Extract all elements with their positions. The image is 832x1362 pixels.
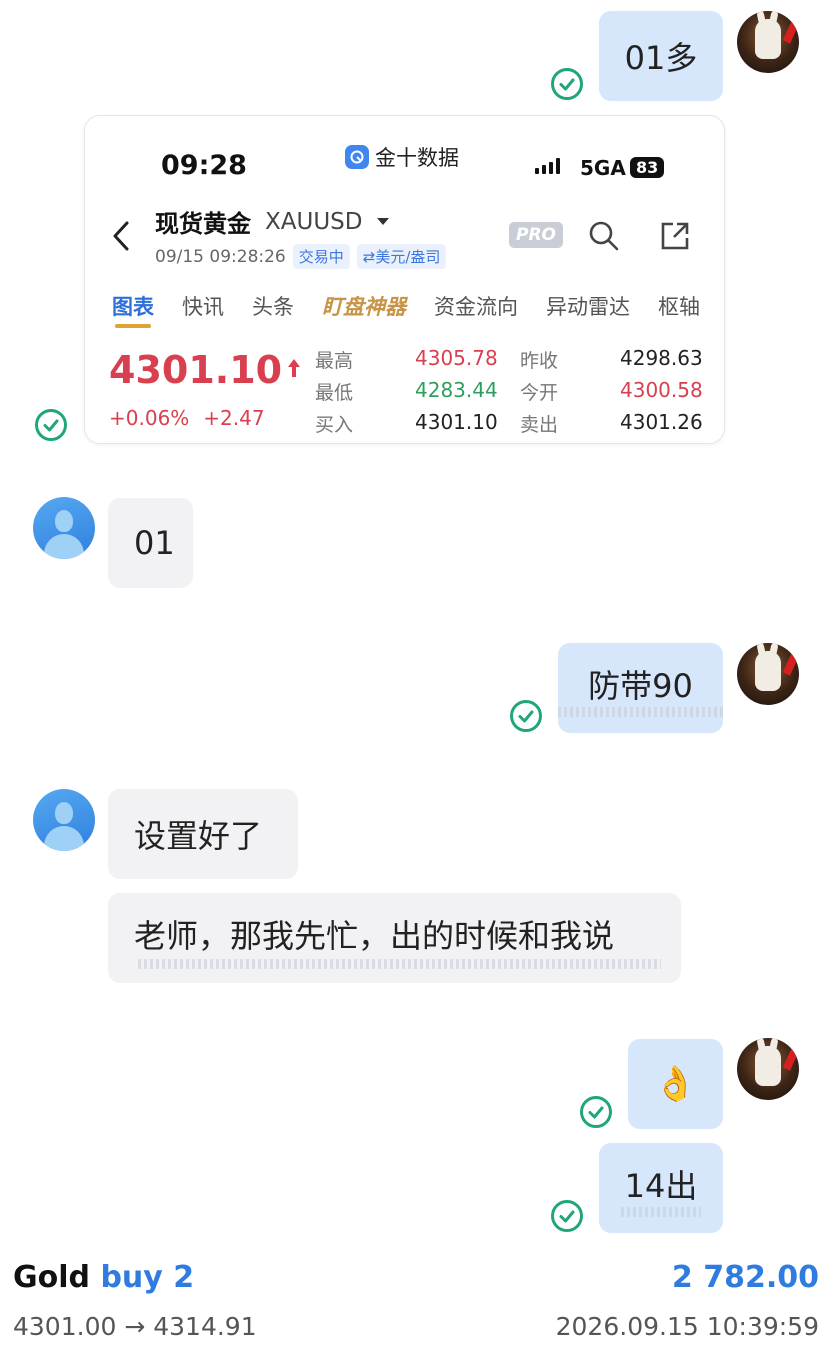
read-check-icon [580,1096,612,1128]
message-bubble-incoming[interactable]: 设置好了 [108,789,298,879]
trade-asset: Gold [13,1260,90,1295]
quote-datetime: 09/15 09:28:26 [155,246,286,267]
trade-price-range: 4301.00 → 4314.91 [13,1312,257,1341]
avatar-me[interactable] [737,643,799,705]
avatar-me[interactable] [737,11,799,73]
instrument-code[interactable]: XAUUSD [265,209,362,235]
trade-title: Gold buy 2 [13,1260,194,1295]
tab-watch-tool[interactable]: 盯盘神器 [322,291,406,321]
last-price: 4301.10 [109,348,283,392]
message-text: 设置好了 [134,817,263,855]
status-time: 09:28 [161,150,247,181]
instrument-name: 现货黄金 [155,210,251,238]
message-bubble-incoming[interactable]: 老师，那我先忙，出的时候和我说 [108,893,681,983]
app-name: 金十数据 [375,146,459,170]
quote-row: 买入 4301.10 卖出 4301.26 [315,410,703,436]
trading-status-tag: 交易中 [292,244,350,269]
tab-headlines[interactable]: 头条 [252,291,294,321]
quote-row: 最高 4305.78 昨收 4298.63 [315,346,703,372]
app-logo-icon [345,145,369,169]
back-icon[interactable] [111,220,131,256]
read-check-icon [510,700,542,732]
tab-chart[interactable]: 图表 [112,291,154,321]
network-type: 5GA [580,156,626,180]
message-text: 老师，那我先忙，出的时候和我说 [134,917,615,955]
tab-flash-news[interactable]: 快讯 [182,291,224,321]
message-bubble-outgoing[interactable]: 01多 [599,11,723,101]
message-bubble-outgoing[interactable]: 14出 [599,1143,723,1233]
battery-icon: 83 [630,157,665,178]
message-bubble-incoming[interactable]: 01 [108,498,193,588]
trade-amount: 2 782.00 [671,1260,819,1295]
avatar-me[interactable] [737,1038,799,1100]
message-text: 01 [134,524,175,562]
message-text: 14出 [624,1167,698,1205]
message-text: 01多 [624,39,698,77]
message-text: 防带90 [588,667,693,705]
tab-anomaly-radar[interactable]: 异动雷达 [546,291,630,321]
tab-pivot[interactable]: 枢轴 [658,291,700,321]
quote-row: 最低 4283.44 今开 4300.58 [315,378,703,404]
quote-screenshot-card[interactable]: 09:28 金十数据 5GA 83 现货黄金 XAUUSD 09/15 09:2… [84,115,725,444]
trade-action: buy 2 [100,1260,195,1295]
tab-capital-flow[interactable]: 资金流向 [434,291,518,321]
read-check-icon [551,68,583,100]
unit-tag[interactable]: ⇄美元/盎司 [356,244,447,269]
share-icon[interactable] [659,220,691,256]
change-absolute: +2.47 [203,406,265,430]
trade-timestamp: 2026.09.15 10:39:59 [555,1312,819,1341]
message-bubble-outgoing[interactable]: 防带90 [558,643,723,733]
signal-icon [535,158,560,174]
dropdown-icon[interactable] [376,212,390,231]
active-tab-indicator [115,324,151,328]
ok-hand-emoji: 👌 [654,1064,697,1104]
app-title: 金十数据 [345,142,459,172]
change-percent: +0.06% [109,406,190,430]
read-check-icon [35,409,67,441]
read-check-icon [551,1200,583,1232]
avatar-contact[interactable] [33,497,95,559]
avatar-contact[interactable] [33,789,95,851]
price-up-arrow-icon [286,357,302,383]
search-icon[interactable] [588,220,620,256]
message-bubble-outgoing[interactable]: 👌 [628,1039,723,1129]
pro-badge[interactable]: PRO [509,222,564,248]
